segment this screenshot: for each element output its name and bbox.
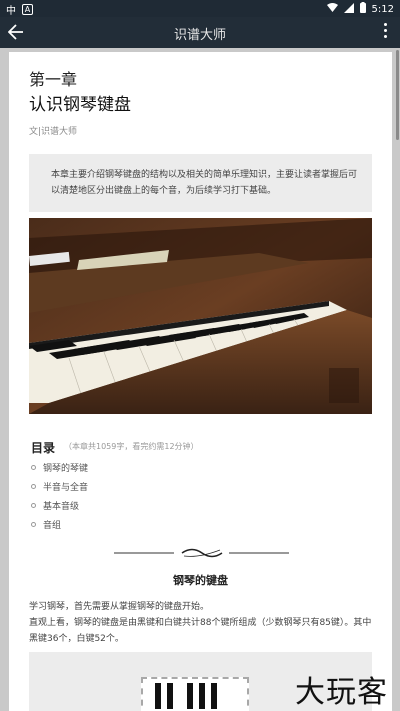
intro-box: 本章主要介绍钢琴键盘的结构以及相关的简单乐理知识，主要让读者掌握后可以清楚地区分… bbox=[29, 154, 372, 212]
scrollbar-thumb[interactable] bbox=[396, 50, 399, 140]
signal-icon bbox=[343, 2, 354, 16]
article-title: 认识钢琴键盘 bbox=[29, 95, 131, 115]
section-body: 学习钢琴，首先需要从掌握钢琴的键盘开始。 直观上看，钢琴的键盘是由黑键和白键共计… bbox=[29, 599, 374, 647]
section-title: 钢琴的键盘 bbox=[173, 574, 228, 587]
toc-item[interactable]: 基本音级 bbox=[31, 496, 88, 515]
bullet-icon bbox=[31, 484, 36, 489]
toc-item[interactable]: 半音与全音 bbox=[31, 477, 88, 496]
app-bar: 识谱大师 bbox=[0, 17, 400, 48]
divider-ornament bbox=[114, 544, 289, 560]
battery-icon bbox=[359, 2, 366, 16]
bullet-icon bbox=[31, 522, 36, 527]
piano-photo bbox=[29, 218, 372, 414]
toc-list: 钢琴的琴键 半音与全音 基本音级 音组 bbox=[31, 458, 88, 534]
toc-item[interactable]: 钢琴的琴键 bbox=[31, 458, 88, 477]
mini-keyboard-icon bbox=[141, 677, 249, 711]
more-vert-icon[interactable] bbox=[384, 23, 388, 41]
paragraph: 直观上看，钢琴的键盘是由黑键和白键共计88个键所组成（少数钢琴只有85键）。其中… bbox=[29, 618, 372, 644]
bullet-icon bbox=[31, 503, 36, 508]
status-bar: 中 A 5:12 bbox=[0, 0, 400, 17]
clock: 5:12 bbox=[371, 3, 394, 15]
toc-meta: （本章共1059字，看完约需12分钟） bbox=[64, 442, 199, 451]
article-card: 第一章 认识钢琴键盘 文|识谱大师 本章主要介绍钢琴键盘的结构以及相关的简单乐理… bbox=[9, 52, 392, 711]
chapter-label: 第一章 bbox=[29, 70, 78, 89]
toc-item[interactable]: 音组 bbox=[31, 515, 88, 534]
toc-title: 目录 bbox=[31, 441, 56, 455]
paragraph: 学习钢琴，首先需要从掌握钢琴的键盘开始。 bbox=[29, 602, 210, 612]
watermark-logo: 大玩客 bbox=[295, 675, 388, 710]
article-author: 文|识谱大师 bbox=[29, 127, 78, 137]
bullet-icon bbox=[31, 465, 36, 470]
app-title: 识谱大师 bbox=[173, 28, 226, 43]
wifi-icon bbox=[326, 3, 338, 15]
notification-icon: A bbox=[22, 4, 33, 15]
carrier-icon: 中 bbox=[6, 6, 16, 17]
